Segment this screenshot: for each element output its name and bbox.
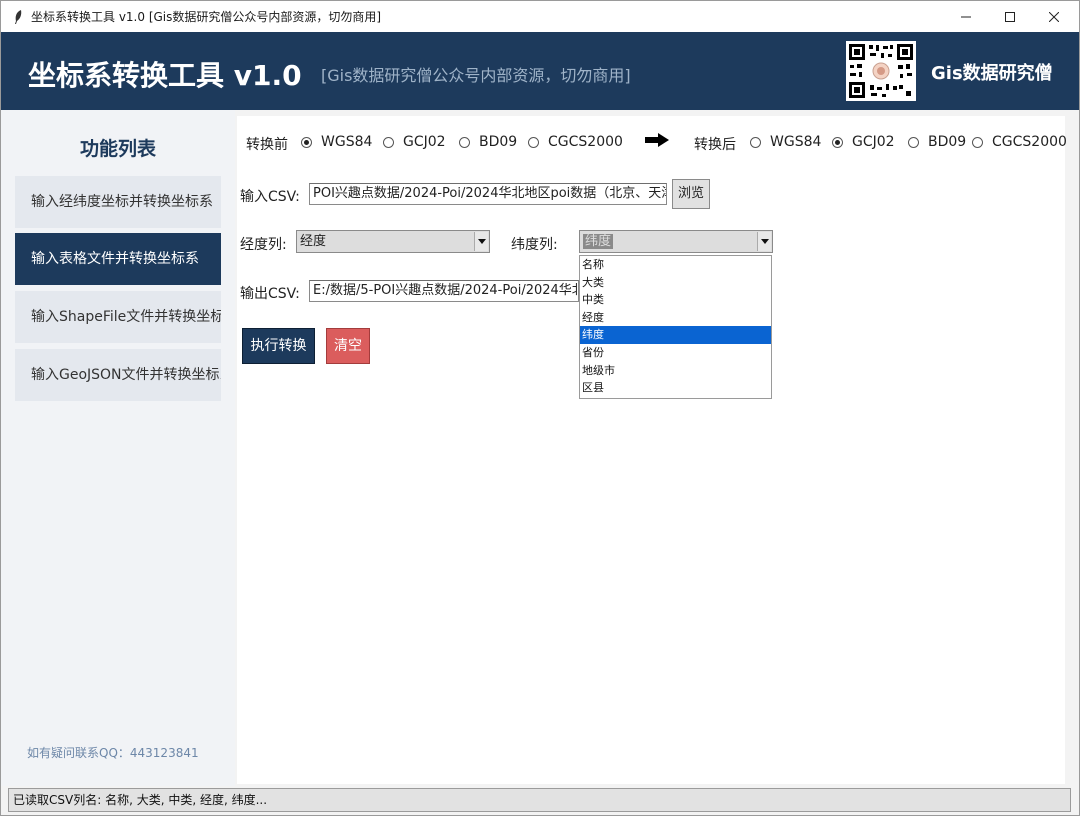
- brand-name: Gis数据研究僧: [931, 63, 1053, 84]
- app-title: 坐标系转换工具 v1.0: [28, 59, 302, 92]
- lon-column-value: 经度: [300, 234, 327, 249]
- radio-label: BD09: [479, 134, 518, 150]
- sidebar-title: 功能列表: [79, 138, 156, 160]
- contact-info: 如有疑问联系QQ：443123841: [27, 746, 199, 760]
- radio-before-wgs84[interactable]: WGS84: [301, 134, 372, 150]
- radio-label: GCJ02: [403, 134, 446, 150]
- radio-label: WGS84: [770, 134, 822, 150]
- radio-before-bd09[interactable]: BD09: [459, 134, 517, 150]
- lon-column-label: 经度列:: [240, 237, 287, 253]
- chevron-down-icon[interactable]: [474, 232, 488, 251]
- maximize-icon: [1005, 11, 1015, 22]
- radio-dot: [383, 136, 394, 148]
- lat-column-dropdown-list: 名称 大类 中类 经度 纬度 省份 地级市 区县: [579, 255, 772, 399]
- radio-after-wgs84[interactable]: WGS84: [750, 134, 821, 150]
- dropdown-option[interactable]: 大类: [580, 274, 771, 292]
- radio-dot: [832, 136, 843, 148]
- title-bar: 坐标系转换工具 v1.0 [Gis数据研究僧公众号内部资源，切勿商用]: [1, 1, 1079, 32]
- sidebar-item-latlon[interactable]: 输入经纬度坐标并转换坐标系: [15, 176, 221, 228]
- status-bar: 已读取CSV列名: 名称, 大类, 中类, 经度, 纬度...: [8, 788, 1071, 812]
- radio-dot: [528, 136, 539, 148]
- input-csv-label: 输入CSV:: [240, 189, 300, 205]
- radio-label: CGCS2000: [992, 134, 1067, 150]
- radio-dot: [750, 136, 761, 148]
- output-csv-field[interactable]: E:/数据/5-POI兴趣点数据/2024-Poi/2024华北地区poi数据: [309, 280, 579, 302]
- dropdown-option[interactable]: 中类: [580, 291, 771, 309]
- dropdown-option[interactable]: 地级市: [580, 362, 771, 380]
- after-label: 转换后: [694, 137, 736, 153]
- close-icon: [1049, 11, 1059, 22]
- input-csv-field[interactable]: POI兴趣点数据/2024-Poi/2024华北地区poi数据（北京、天津: [309, 183, 667, 205]
- lat-column-label: 纬度列:: [511, 237, 558, 253]
- sidebar: 功能列表 输入经纬度坐标并转换坐标系 输入表格文件并转换坐标系 输入ShapeF…: [1, 110, 235, 786]
- dropdown-option[interactable]: 名称: [580, 256, 771, 274]
- radio-after-gcj02[interactable]: GCJ02: [832, 134, 895, 150]
- window-title: 坐标系转换工具 v1.0 [Gis数据研究僧公众号内部资源，切勿商用]: [31, 10, 382, 24]
- minimize-icon: [961, 16, 971, 17]
- app-subtitle: [Gis数据研究僧公众号内部资源，切勿商用]: [321, 66, 631, 85]
- maximize-button[interactable]: [987, 1, 1033, 32]
- before-label: 转换前: [246, 137, 288, 153]
- main-panel: 转换前 WGS84 GCJ02 BD09 CGCS2000 转换后 WGS84 …: [237, 116, 1067, 784]
- lat-column-value: 纬度: [583, 234, 614, 249]
- lon-column-select[interactable]: 经度: [296, 230, 490, 253]
- app-window: 坐标系转换工具 v1.0 [Gis数据研究僧公众号内部资源，切勿商用] 坐标系转…: [0, 0, 1080, 816]
- sidebar-item-shapefile[interactable]: 输入ShapeFile文件并转换坐标系: [15, 291, 221, 343]
- qr-code-image: [846, 41, 916, 101]
- radio-dot: [459, 136, 470, 148]
- close-button[interactable]: [1031, 1, 1077, 32]
- execute-convert-button[interactable]: 执行转换: [242, 328, 315, 364]
- radio-label: BD09: [928, 134, 967, 150]
- radio-dot: [972, 136, 983, 148]
- dropdown-option[interactable]: 经度: [580, 309, 771, 327]
- dropdown-option[interactable]: 省份: [580, 344, 771, 362]
- radio-label: CGCS2000: [548, 134, 623, 150]
- radio-label: WGS84: [321, 134, 373, 150]
- radio-before-cgcs2000[interactable]: CGCS2000: [528, 134, 623, 150]
- radio-after-cgcs2000[interactable]: CGCS2000: [972, 134, 1067, 150]
- radio-before-gcj02[interactable]: GCJ02: [383, 134, 446, 150]
- right-arrow-icon: [645, 133, 669, 147]
- header-banner: 坐标系转换工具 v1.0 [Gis数据研究僧公众号内部资源，切勿商用] Gis数…: [1, 32, 1079, 110]
- output-csv-label: 输出CSV:: [240, 286, 300, 302]
- sidebar-item-geojson[interactable]: 输入GeoJSON文件并转换坐标系: [15, 349, 221, 401]
- lat-column-select[interactable]: 纬度: [579, 230, 773, 253]
- browse-button[interactable]: 浏览: [672, 179, 710, 209]
- sidebar-item-table[interactable]: 输入表格文件并转换坐标系: [15, 233, 221, 285]
- radio-dot: [908, 136, 919, 148]
- radio-label: GCJ02: [852, 134, 895, 150]
- radio-dot: [301, 136, 312, 148]
- dropdown-option-selected[interactable]: 纬度: [580, 326, 771, 344]
- minimize-button[interactable]: [943, 1, 989, 32]
- clear-button[interactable]: 清空: [326, 328, 370, 364]
- feather-icon: [11, 8, 25, 26]
- dropdown-option[interactable]: 区县: [580, 379, 771, 397]
- radio-after-bd09[interactable]: BD09: [908, 134, 966, 150]
- chevron-down-icon[interactable]: [757, 232, 771, 251]
